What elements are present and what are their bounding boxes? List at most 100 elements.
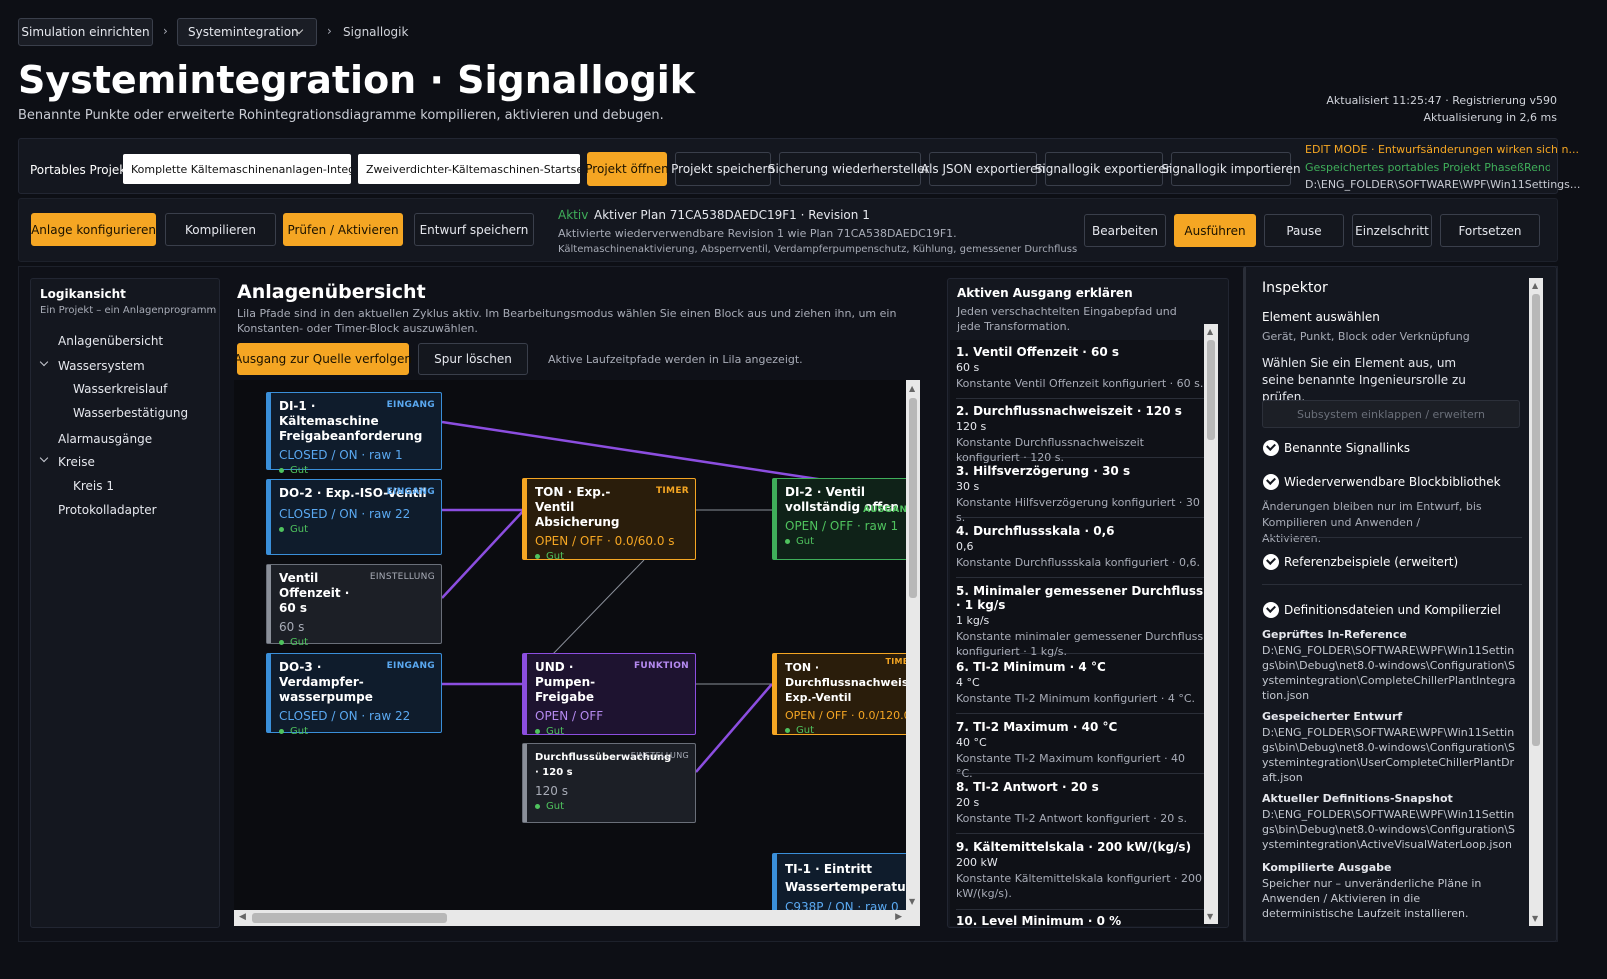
explain-item-title: 10. Level Minimum · 0 % [956,914,1122,926]
explain-item-value: 0,6 [956,540,974,553]
explain-item[interactable]: 5. Minimaler gemessener Durchfluss · 1 k… [956,584,1204,658]
explain-item-desc: Konstante TI-2 Maximum konfiguriert · 40… [956,752,1186,780]
trace-output-button[interactable]: Ausgang zur Quelle verfolgen [234,343,412,375]
explain-item[interactable]: 4. Durchflussskala · 0,6 0,6 Konstante Dur… [956,524,1204,578]
canvas-vscrollbar[interactable]: ▲ ▼ [906,380,920,910]
single-step-button[interactable]: Einzelschritt [1352,214,1432,247]
explain-item[interactable]: 6. TI-2 Minimum · 4 °C 4 °C Konstante TI-2… [956,660,1204,714]
explain-list: 1. Ventil Offenzeit · 60 s 60 s Konstante … [950,340,1208,926]
canvas-hscroll-thumb[interactable] [252,913,447,923]
active-plan-line3: Kältemaschinenaktivierung, Absperrventil… [558,244,1078,255]
scroll-up-icon[interactable]: ▲ [909,384,915,393]
check-circle-icon[interactable] [1263,474,1279,490]
explain-item[interactable]: 3. Hilfsverzögerung · 30 s 30 s Konstante … [956,464,1204,524]
project-description-input[interactable]: Zweiverdichter-Kältemaschinen-Startseque… [358,154,580,184]
section-signal-links[interactable]: Benannte Signallinks [1284,441,1410,455]
saved-project-note: Gespeichertes portables Projekt PhaseßRe… [1305,161,1550,174]
scroll-down-icon[interactable]: ▼ [909,897,915,906]
inspector-title: Inspektor [1262,280,1328,296]
inspector-select-title: Element auswählen [1262,310,1380,324]
explain-item-title: 5. Minimaler gemessener Durchfluss · 1 k… [956,584,1204,612]
explain-item-desc: Konstante TI-2 Minimum konfiguriert · 4 … [956,692,1196,705]
active-plan-line2: Aktivierte wiederverwendbare Revision 1 … [558,227,957,240]
node-ton-flow[interactable]: TON · Durchflussnachweis Exp.-Ventil TIM… [772,653,920,736]
node-tag: FUNKTION [633,661,689,671]
section-definition-files[interactable]: Definitionsdateien und Kompilierziel [1284,603,1501,617]
inspector-scrollbar[interactable]: ▲ ▼ [1529,278,1543,926]
tree-item-watercircuit[interactable]: Wasserkreislauf [73,382,167,396]
project-name-input[interactable]: Komplette Kältemaschinenanlagen-Integrat… [123,154,351,184]
collapse-subsystem-button[interactable]: Subsystem einklappen / erweitern [1262,400,1520,428]
path-text-snapshot: D:\ENG_FOLDER\SOFTWARE\WPF\Win11Settings… [1262,808,1515,851]
node-di2[interactable]: DI-2 · Ventil vollständig offen AUSGANG … [772,478,920,560]
node-and-pump[interactable]: UND · Pumpen-Freigabe FUNKTION OPEN / OF… [522,653,696,737]
check-activate-button[interactable]: Prüfen / Aktivieren [283,213,403,246]
import-signallogic-button[interactable]: Signallogik importieren [1161,152,1301,186]
scroll-right-icon[interactable]: ▶ [895,912,902,922]
node-ton-valve[interactable]: TON · Exp.-Ventil Absicherung TIMER OPEN… [522,478,696,562]
breadcrumb-simulation[interactable]: Simulation einrichten [18,18,153,46]
inspector-scroll-thumb[interactable] [1532,294,1540,746]
compile-button[interactable]: Kompilieren [165,213,276,246]
open-project-button[interactable]: Projekt öffnen [585,152,669,186]
restore-backup-button[interactable]: Sicherung wiederherstellen [768,152,932,186]
scroll-left-icon[interactable]: ◀ [239,912,246,922]
tree-item-waterconfirm[interactable]: Wasserbestätigung [73,406,188,420]
tree-item-circuits[interactable]: Kreise [58,455,95,469]
explain-item[interactable]: 1. Ventil Offenzeit · 60 s 60 s Konstante … [956,345,1204,399]
node-do3[interactable]: DO-3 · Verdampfer-wasserpumpe EINGANG CL… [266,653,442,737]
check-circle-icon[interactable] [1263,554,1279,570]
run-button[interactable]: Ausführen [1174,214,1256,247]
check-circle-icon[interactable] [1263,440,1279,456]
explain-item[interactable]: 9. Kältemittelskala · 200 kW/(kg/s) 200 k… [956,840,1204,910]
edit-button[interactable]: Bearbeiten [1084,214,1166,247]
explain-item-title: 8. TI-2 Antwort · 20 s [956,780,1099,794]
refresh-status: Aktualisierung in 2,6 ms [1423,111,1558,124]
explain-item[interactable]: 10. Level Minimum · 0 % [956,914,1204,926]
edit-mode-notice: EDIT MODE · Entwurfsänderungen wirken si… [1305,143,1579,156]
status-dot-icon [535,729,540,734]
node-accent [773,854,777,910]
node-status-label: Gut [546,801,565,812]
scroll-down-icon[interactable]: ▼ [1207,912,1213,921]
section-block-library[interactable]: Wiederverwendbare Blockbibliothek [1284,475,1501,489]
node-title: TON · Durchflussnachweis Exp.-Ventil [785,661,909,704]
canvas-vscroll-thumb[interactable] [909,398,917,598]
node-do2[interactable]: DO-2 · Exp.-ISO-Ventil EINGANG CLOSED / … [266,479,442,555]
scroll-up-icon[interactable]: ▲ [1532,281,1538,290]
node-status-label: Gut [796,536,815,547]
explain-item-value: 20 s [956,796,980,809]
tree-item-overview[interactable]: Anlagenübersicht [58,334,163,348]
explain-scroll-thumb[interactable] [1207,340,1215,440]
configure-plant-button[interactable]: Anlage konfigurieren [31,213,156,246]
save-draft-button[interactable]: Entwurf speichern [414,213,534,246]
clear-trace-button[interactable]: Spur löschen [418,343,528,375]
explain-item-desc: Konstante Durchflussskala konfiguriert ·… [956,556,1200,569]
save-project-button[interactable]: Projekt speichern [671,152,775,186]
scroll-down-icon[interactable]: ▼ [1532,914,1538,923]
explain-item[interactable]: 2. Durchflussnachweiszeit · 120 s 120 s Ko… [956,404,1204,464]
check-circle-icon[interactable] [1263,602,1279,618]
export-signallogic-button[interactable]: Signallogik exportieren [1035,152,1173,186]
tree-item-circuit1[interactable]: Kreis 1 [73,479,114,493]
node-flow-monitor[interactable]: Durchflussüberwachung · 120 s EINSTELLUN… [522,743,696,823]
breadcrumb-systemintegration[interactable]: Systemintegration [177,18,317,46]
node-valve-open-time[interactable]: Ventil Offenzeit · 60 s EINSTELLUNG 60 s… [266,564,442,648]
tree-item-watersystem[interactable]: Wassersystem [58,359,145,373]
canvas-hscrollbar[interactable]: ◀ ▶ [234,910,920,926]
breadcrumb-current: Signallogik [343,25,409,39]
node-ti1[interactable]: TI-1 · Eintritt Wassertemperatur C938P /… [772,853,920,910]
status-dot-icon [535,804,540,809]
scroll-up-icon[interactable]: ▲ [1207,327,1213,336]
explain-item[interactable]: 7. TI-2 Maximum · 40 °C 40 °C Konstante TI… [956,720,1204,780]
logic-canvas[interactable]: DI-1 · Kältemaschine Freigabeanforderung… [234,380,920,910]
pause-button[interactable]: Pause [1264,214,1344,247]
node-di1[interactable]: DI-1 · Kältemaschine Freigabeanforderung… [266,392,442,476]
section-reference-examples[interactable]: Referenzbeispiele (erweitert) [1284,555,1458,569]
tree-item-alarms[interactable]: Alarmausgänge [58,432,152,446]
export-json-button[interactable]: Als JSON exportieren [921,152,1045,186]
explain-item[interactable]: 8. TI-2 Antwort · 20 s 20 s Konstante TI-2… [956,780,1204,834]
tree-item-protocol[interactable]: Protokolladapter [58,503,157,517]
continue-button[interactable]: Fortsetzen [1440,214,1540,247]
explain-scrollbar[interactable]: ▲ ▼ [1204,324,1218,924]
